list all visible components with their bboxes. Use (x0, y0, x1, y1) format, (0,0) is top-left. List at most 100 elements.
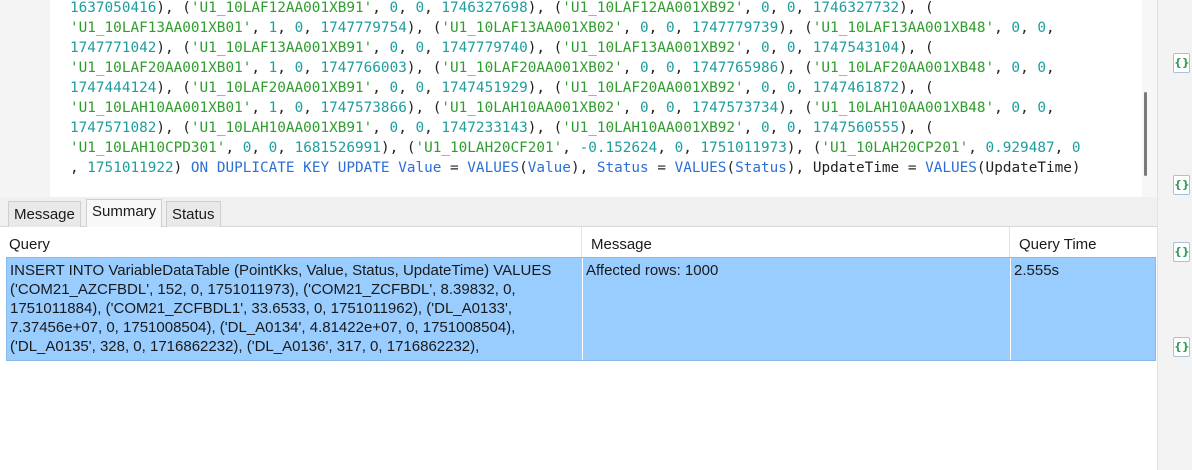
sql-token: ), ( (527, 40, 563, 56)
sql-token: 1747560555 (812, 120, 900, 136)
message-cell[interactable]: Affected rows: 1000 (583, 258, 1011, 360)
sql-token: = (441, 160, 468, 176)
sql-token: , (968, 140, 986, 156)
sql-token: , (303, 100, 321, 116)
sql-token: 0 (786, 0, 796, 16)
sql-token: VALUES (467, 160, 520, 176)
sql-editor-text[interactable]: 1637050416), ('U1_10LAF12AA001XB91', 0, … (50, 0, 1142, 197)
sql-token: Status (735, 160, 787, 176)
editor-scrollbar-thumb[interactable] (1144, 92, 1147, 176)
sql-token: 1747444124 (70, 80, 157, 96)
sql-token: 0 (294, 100, 304, 116)
sql-token: 1 (268, 20, 278, 36)
tab-message[interactable]: Message (8, 201, 81, 227)
sql-token: = (648, 160, 675, 176)
sql-token: 1747779739 (691, 20, 779, 36)
sql-editor[interactable]: 1637050416), ('U1_10LAF12AA001XB91', 0, … (0, 0, 1157, 197)
sql-token: 1746327732 (812, 0, 900, 16)
sql-token: 0.929487 (985, 140, 1055, 156)
sql-token: 'U1_10LAH10AA001XB01' (70, 100, 252, 116)
sql-token: , (769, 80, 787, 96)
sql-token: 0 (640, 20, 649, 36)
sql-token: 0 (640, 100, 649, 116)
query-text-line: ('COM21_AZCFBDL', 152, 0, 1751011973), (… (10, 281, 516, 298)
sql-token: 'U1_10LAF20AA001XB92' (562, 80, 744, 96)
query-time-text: 2.555s (1014, 262, 1060, 279)
sql-token: ), ( (778, 100, 813, 116)
sql-token: ), ( (899, 0, 934, 16)
sql-line: 1747771042), ('U1_10LAF13AA001XB91', 0, … (70, 38, 934, 58)
sql-token: ), ( (527, 120, 563, 136)
sql-token: , (622, 100, 641, 116)
query-time-cell[interactable]: 2.555s (1011, 258, 1155, 360)
code-file-icon[interactable]: {} (1173, 242, 1190, 262)
sql-token: 0 (268, 140, 278, 156)
sql-token: ), (570, 160, 597, 176)
sql-token: 0 (389, 120, 399, 136)
sql-token: , (674, 100, 692, 116)
table-row[interactable]: INSERT INTO VariableDataTable (PointKks,… (6, 257, 1156, 361)
sql-token: 'U1_10LAH10AA001XB91' (190, 120, 373, 136)
sql-token: 'U1_10LAF13AA001XB91' (190, 40, 373, 56)
sql-token: 0 (665, 60, 675, 76)
sql-token: , (648, 100, 666, 116)
sql-token: , (743, 40, 761, 56)
sql-token: 'U1_10LAF13AA001XB48' (812, 20, 995, 36)
sql-token: , (657, 140, 675, 156)
sql-token: ), ( (786, 140, 822, 156)
sql-token: 'U1_10LAH20CP201' (821, 140, 969, 156)
sql-token: , (70, 160, 88, 176)
sql-token: 1751011973 (700, 140, 787, 156)
sql-token: Value (527, 160, 571, 176)
sql-line: , 1751011922) ON DUPLICATE KEY UPDATE Va… (70, 158, 1081, 178)
column-header-query-time[interactable]: Query Time (1010, 227, 1157, 257)
sql-token: , (303, 20, 321, 36)
column-header-message[interactable]: Message (582, 227, 1010, 257)
tab-summary[interactable]: Summary (86, 199, 163, 227)
sql-token: 'U1_10LAF20AA001XB01' (70, 60, 252, 76)
sql-token: ), ( (380, 140, 416, 156)
sql-token: , (251, 60, 269, 76)
sql-token: , (994, 100, 1012, 116)
tab-status[interactable]: Status (166, 201, 221, 227)
query-text-line: 1751011884), ('COM21_ZCFBDL1', 33.6533, … (10, 300, 513, 317)
code-file-icon[interactable]: {} (1173, 175, 1190, 195)
sql-token: , (769, 120, 787, 136)
result-tabs: Message Summary Status (0, 197, 1157, 227)
sql-token: ), ( (778, 60, 813, 76)
sql-token: , (683, 140, 701, 156)
code-file-icon[interactable]: {} (1173, 337, 1190, 357)
sql-token: 0 (1071, 140, 1081, 156)
sql-token: -0.152624 (579, 140, 658, 156)
sql-token: ), ( (778, 20, 813, 36)
sql-token: ), ( (899, 80, 934, 96)
sql-token: 'U1_10LAH20CF201' (415, 140, 563, 156)
sql-token: , (622, 60, 641, 76)
sql-token: 0 (415, 40, 425, 56)
sql-token: , (424, 80, 442, 96)
code-file-icon[interactable]: {} (1173, 53, 1190, 73)
sql-token: 0 (294, 60, 304, 76)
sql-token: , (424, 120, 442, 136)
sql-token: , (277, 60, 295, 76)
query-cell[interactable]: INSERT INTO VariableDataTable (PointKks,… (7, 258, 583, 360)
column-header-query[interactable]: Query (0, 227, 582, 257)
sql-token: , (648, 20, 666, 36)
sql-token: ), ( (527, 80, 563, 96)
message-text: Affected rows: 1000 (586, 262, 719, 279)
sql-token: ), ( (156, 80, 191, 96)
sql-line: 'U1_10LAF20AA001XB01', 1, 0, 1747766003)… (70, 58, 1055, 78)
sql-token: 0 (415, 0, 425, 16)
sql-token: 0 (389, 0, 399, 16)
results-grid: Query Message Query Time INSERT INTO Var… (0, 227, 1157, 470)
sql-token: 1747766003 (320, 60, 407, 76)
sql-token: , (1054, 140, 1072, 156)
sql-token: ), ( (156, 0, 191, 16)
sql-token: , (1020, 60, 1038, 76)
sql-token: 0 (1037, 60, 1046, 76)
sql-token: , (795, 80, 813, 96)
sql-token: , (743, 0, 761, 16)
sql-token: 0 (640, 60, 649, 76)
sql-token: , (1045, 20, 1055, 36)
query-text-line: 7.37456e+07, 0, 1751008504), ('DL_A0134'… (10, 319, 516, 336)
